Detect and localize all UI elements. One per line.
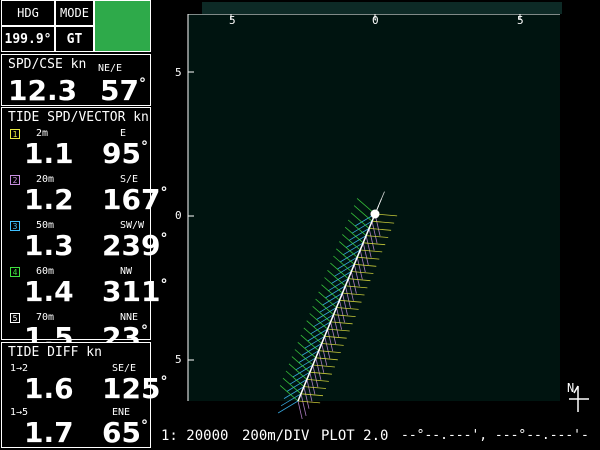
mode-value: GT <box>66 32 83 47</box>
status-indicator <box>94 0 151 52</box>
footer-plot[interactable]: PLOT 2.0 <box>321 428 388 444</box>
tide-diff-panel: TIDE DIFF kn 1→2 SE/E 1.6 125° 1→5 ENE 1.7 65° <box>1 342 167 449</box>
top-scale-center: 0 <box>372 14 379 27</box>
footer-div[interactable]: 200m/DIV <box>242 428 309 444</box>
layer-speed: 1.4 <box>24 275 74 308</box>
tide-vector-line <box>277 400 299 414</box>
header-row: HDG MODE 199.9° GT <box>0 0 152 52</box>
layer-badge: 4 <box>10 267 20 277</box>
hdg-label-cell: HDG <box>1 0 55 26</box>
layer-speed: 1.1 <box>24 137 74 170</box>
spd-cse-panel: SPD/CSE kn NE/E 12.3 57° <box>1 54 151 106</box>
footer-scale[interactable]: 1: 20000 <box>161 428 228 444</box>
left-scale-center: 0 <box>175 209 182 222</box>
layer-badge: 5 <box>10 313 20 323</box>
plot-top-bar <box>202 2 562 14</box>
layer-badge: 3 <box>10 221 20 231</box>
plot-background <box>188 14 560 401</box>
layer-badge: 2 <box>10 175 20 185</box>
layer-course: 95° <box>102 137 148 170</box>
spd-cse-course: 57° <box>100 74 146 107</box>
plot-svg: N <box>187 13 589 424</box>
mode-value-cell[interactable]: GT <box>55 26 94 52</box>
tide-panel: TIDE SPD/VECTOR kn 1 2m E 1.1 95° 2 20m S/E 1.2 1… <box>1 107 167 352</box>
tide-layer-row: 3 50m SW/W 1.3 239° <box>2 218 167 264</box>
mode-label: MODE <box>60 6 89 20</box>
layer-speed: 1.3 <box>24 229 74 262</box>
diff-speed: 1.6 <box>24 372 74 405</box>
layer-badge: 1 <box>10 129 20 139</box>
top-scale-left: 5 <box>229 14 236 27</box>
footer-bar: 1: 20000 200m/DIV PLOT 2.0 --°--.---', -… <box>153 424 600 448</box>
tide-vector-line <box>297 400 321 404</box>
tide-diff-row: 1→2 SE/E 1.6 125° <box>2 361 167 405</box>
spd-cse-speed: 12.3 <box>8 74 78 107</box>
top-scale-right: 5 <box>517 14 524 27</box>
left-panel: HDG MODE 199.9° GT SPD/CSE kn NE/E 12.3 … <box>0 0 167 450</box>
hdg-label: HDG <box>17 6 39 20</box>
own-ship-icon <box>370 209 380 219</box>
tide-layer-row: 4 60m NW 1.4 311° <box>2 264 167 310</box>
plot-area[interactable]: N 5 0 5 5 0 5 <box>153 13 600 424</box>
diff-speed: 1.7 <box>24 416 74 449</box>
hdg-value-cell: 199.9° <box>1 26 55 52</box>
tide-title: TIDE SPD/VECTOR kn <box>8 110 149 125</box>
tide-vector-line <box>297 400 304 424</box>
tide-layer-row: 2 20m S/E 1.2 167° <box>2 172 167 218</box>
tide-diff-title: TIDE DIFF kn <box>8 345 102 360</box>
left-scale-bottom: 5 <box>175 353 182 366</box>
spd-cse-direction: NE/E <box>98 63 123 74</box>
spd-cse-title: SPD/CSE kn <box>8 57 87 72</box>
hdg-value: 199.9° <box>4 32 52 47</box>
tide-diff-row: 1→5 ENE 1.7 65° <box>2 405 150 449</box>
layer-speed: 1.2 <box>24 183 74 216</box>
footer-position: --°--.---', ---°--.---'- <box>401 428 589 443</box>
tide-layer-row: 1 2m E 1.1 95° <box>2 126 150 172</box>
north-label: N <box>567 381 574 395</box>
left-scale-top: 5 <box>175 66 182 79</box>
diff-course: 65° <box>102 416 148 449</box>
mode-label-cell: MODE <box>55 0 94 26</box>
